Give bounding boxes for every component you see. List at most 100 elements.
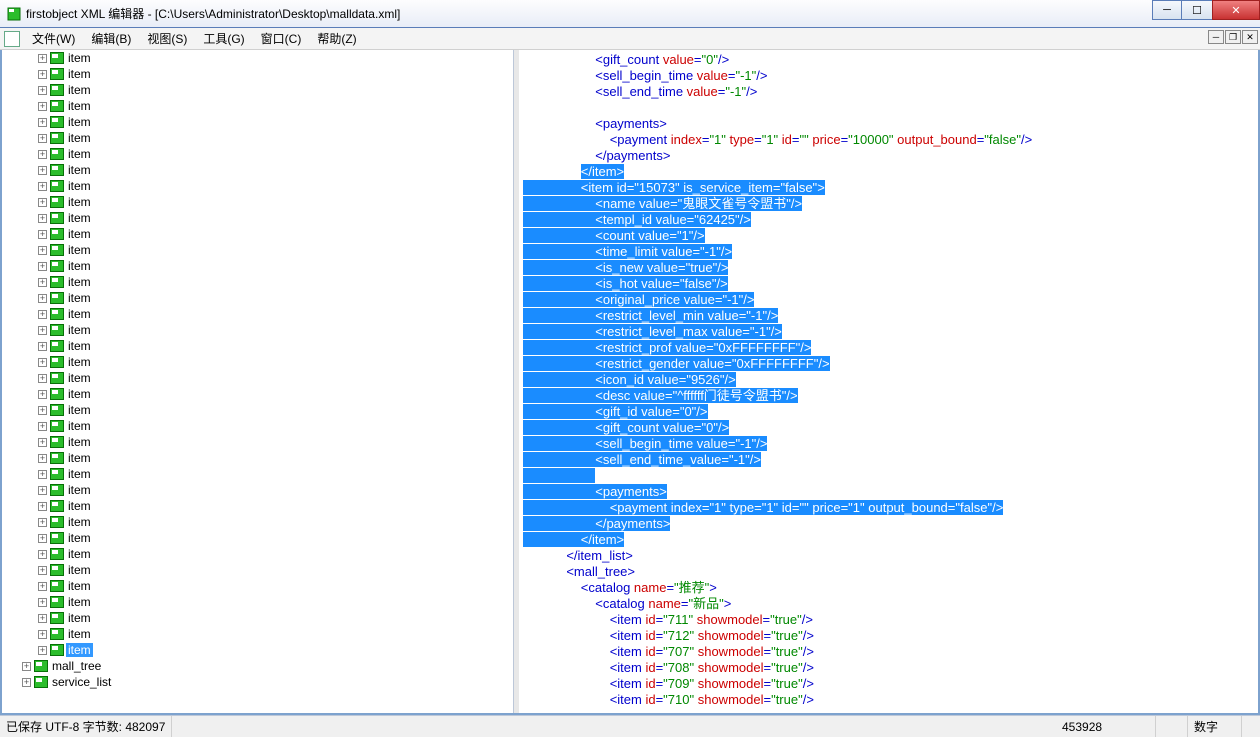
- expander-icon[interactable]: +: [38, 358, 47, 367]
- tree-item[interactable]: +item: [2, 386, 513, 402]
- expander-icon[interactable]: +: [38, 54, 47, 63]
- tree-item-mall_tree[interactable]: +mall_tree: [2, 658, 513, 674]
- menu-edit[interactable]: 编辑(B): [83, 28, 139, 49]
- code-line[interactable]: <count value="1"/>: [523, 228, 1258, 244]
- tree-item[interactable]: +item: [2, 258, 513, 274]
- code-line[interactable]: [523, 100, 1258, 116]
- tree-item[interactable]: +item: [2, 178, 513, 194]
- expander-icon[interactable]: +: [38, 102, 47, 111]
- code-line[interactable]: <gift_count value="0"/>: [523, 52, 1258, 68]
- code-line[interactable]: <item id="15073" is_service_item="false"…: [523, 180, 1258, 196]
- menu-window[interactable]: 窗口(C): [253, 28, 310, 49]
- tree-item[interactable]: +item: [2, 418, 513, 434]
- tree-item[interactable]: +item: [2, 450, 513, 466]
- mdi-close-button[interactable]: ✕: [1242, 30, 1258, 44]
- code-line[interactable]: <is_hot value="false"/>: [523, 276, 1258, 292]
- code-line[interactable]: <item id="711" showmodel="true"/>: [523, 612, 1258, 628]
- expander-icon[interactable]: +: [38, 598, 47, 607]
- code-line[interactable]: </item_list>: [523, 548, 1258, 564]
- tree-item[interactable]: +item: [2, 562, 513, 578]
- tree-item[interactable]: +item: [2, 546, 513, 562]
- tree-item[interactable]: +item: [2, 514, 513, 530]
- code-line[interactable]: </payments>: [523, 516, 1258, 532]
- tree-item[interactable]: +item: [2, 162, 513, 178]
- expander-icon[interactable]: +: [38, 262, 47, 271]
- expander-icon[interactable]: +: [38, 118, 47, 127]
- tree-item[interactable]: +item: [2, 226, 513, 242]
- tree-item[interactable]: +item: [2, 530, 513, 546]
- code-line[interactable]: <payments>: [523, 484, 1258, 500]
- tree-item[interactable]: +item: [2, 402, 513, 418]
- tree-item[interactable]: +item: [2, 482, 513, 498]
- expander-icon[interactable]: +: [38, 518, 47, 527]
- expander-icon[interactable]: +: [38, 150, 47, 159]
- code-line[interactable]: <sell_end_time_value="-1"/>: [523, 452, 1258, 468]
- expander-icon[interactable]: +: [38, 246, 47, 255]
- mdi-restore-button[interactable]: ❐: [1225, 30, 1241, 44]
- code-line[interactable]: <catalog name="推荐">: [523, 580, 1258, 596]
- code-line[interactable]: <original_price value="-1"/>: [523, 292, 1258, 308]
- tree-item[interactable]: +item: [2, 130, 513, 146]
- tree-item[interactable]: +item: [2, 194, 513, 210]
- code-line[interactable]: <icon_id value="9526"/>: [523, 372, 1258, 388]
- expander-icon[interactable]: +: [38, 70, 47, 79]
- tree-item[interactable]: +item: [2, 626, 513, 642]
- expander-icon[interactable]: +: [38, 550, 47, 559]
- code-line[interactable]: [523, 468, 1258, 484]
- menu-tools[interactable]: 工具(G): [195, 28, 252, 49]
- maximize-button[interactable]: ☐: [1182, 0, 1212, 20]
- tree-item[interactable]: +item: [2, 370, 513, 386]
- minimize-button[interactable]: ─: [1152, 0, 1182, 20]
- close-button[interactable]: ✕: [1212, 0, 1260, 20]
- expander-icon[interactable]: +: [38, 182, 47, 191]
- tree-item[interactable]: +item: [2, 578, 513, 594]
- code-editor[interactable]: <gift_count value="0"/> <sell_begin_time…: [519, 50, 1258, 713]
- expander-icon[interactable]: +: [22, 678, 31, 687]
- expander-icon[interactable]: +: [38, 326, 47, 335]
- expander-icon[interactable]: +: [38, 582, 47, 591]
- expander-icon[interactable]: +: [22, 662, 31, 671]
- code-line[interactable]: <gift_id value="0"/>: [523, 404, 1258, 420]
- tree-item[interactable]: +item: [2, 594, 513, 610]
- code-line[interactable]: <item id="712" showmodel="true"/>: [523, 628, 1258, 644]
- code-line[interactable]: <restrict_gender value="0xFFFFFFFF"/>: [523, 356, 1258, 372]
- code-line[interactable]: <templ_id value="62425"/>: [523, 212, 1258, 228]
- tree-item[interactable]: +item: [2, 498, 513, 514]
- menu-help[interactable]: 帮助(Z): [309, 28, 364, 49]
- expander-icon[interactable]: +: [38, 566, 47, 575]
- code-line[interactable]: </payments>: [523, 148, 1258, 164]
- expander-icon[interactable]: +: [38, 294, 47, 303]
- expander-icon[interactable]: +: [38, 502, 47, 511]
- code-line[interactable]: <mall_tree>: [523, 564, 1258, 580]
- tree-item[interactable]: +item: [2, 466, 513, 482]
- expander-icon[interactable]: +: [38, 278, 47, 287]
- expander-icon[interactable]: +: [38, 390, 47, 399]
- expander-icon[interactable]: +: [38, 646, 47, 655]
- tree-item[interactable]: +item: [2, 274, 513, 290]
- tree-item[interactable]: +item: [2, 242, 513, 258]
- expander-icon[interactable]: +: [38, 86, 47, 95]
- code-line[interactable]: <item id="708" showmodel="true"/>: [523, 660, 1258, 676]
- code-line[interactable]: <restrict_level_max value="-1"/>: [523, 324, 1258, 340]
- expander-icon[interactable]: +: [38, 454, 47, 463]
- tree-item[interactable]: +item: [2, 66, 513, 82]
- tree-item[interactable]: +item: [2, 290, 513, 306]
- code-line[interactable]: <name value="鬼眼文雀号令盟书"/>: [523, 196, 1258, 212]
- tree-item[interactable]: +item: [2, 434, 513, 450]
- code-line[interactable]: <payment index="1" type="1" id="" price=…: [523, 132, 1258, 148]
- expander-icon[interactable]: +: [38, 534, 47, 543]
- code-line[interactable]: </item>: [523, 532, 1258, 548]
- menu-file[interactable]: 文件(W): [24, 28, 83, 49]
- tree-item-service_list[interactable]: +service_list: [2, 674, 513, 690]
- status-grip[interactable]: [1242, 716, 1260, 737]
- tree-item[interactable]: +item: [2, 322, 513, 338]
- expander-icon[interactable]: +: [38, 310, 47, 319]
- expander-icon[interactable]: +: [38, 198, 47, 207]
- tree-pane[interactable]: +item+item+item+item+item+item+item+item…: [2, 50, 514, 713]
- tree-item[interactable]: +item: [2, 50, 513, 66]
- expander-icon[interactable]: +: [38, 166, 47, 175]
- tree-item[interactable]: +item: [2, 210, 513, 226]
- expander-icon[interactable]: +: [38, 406, 47, 415]
- expander-icon[interactable]: +: [38, 230, 47, 239]
- tree-item[interactable]: +item: [2, 82, 513, 98]
